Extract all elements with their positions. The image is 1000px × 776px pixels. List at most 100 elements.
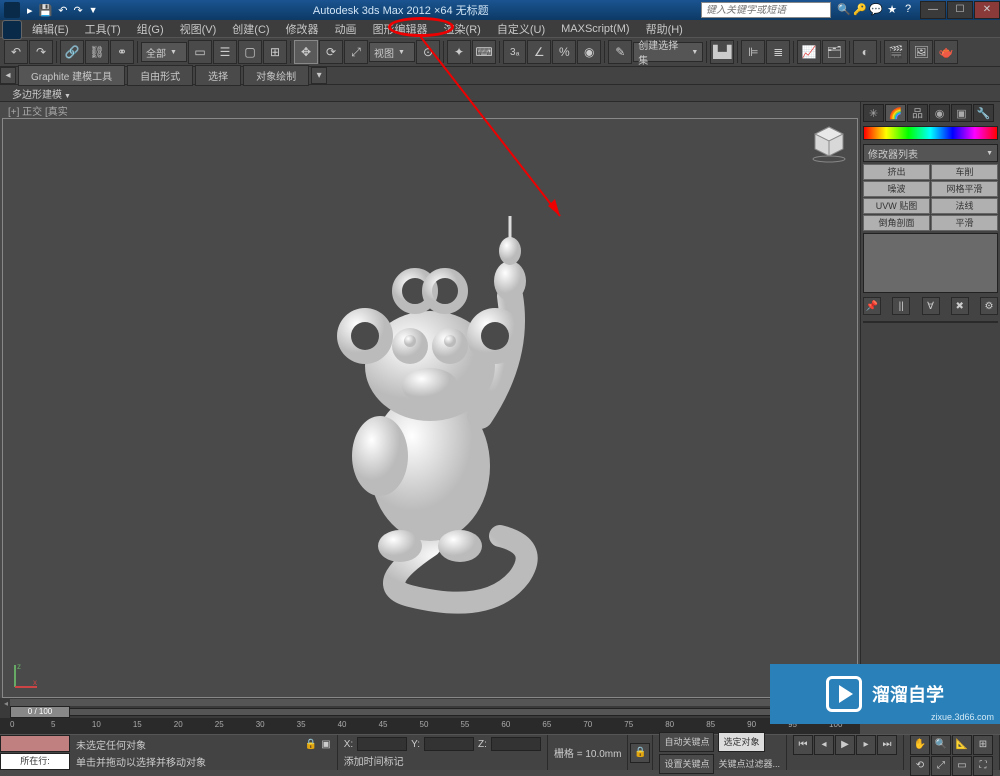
spinner-snap-button[interactable]: ◉ xyxy=(577,40,601,64)
select-object-button[interactable]: ▭ xyxy=(188,40,212,64)
prev-frame-button[interactable]: ◂ xyxy=(814,735,834,755)
mod-smooth[interactable]: 平滑 xyxy=(931,215,998,231)
modifier-stack[interactable] xyxy=(863,233,998,293)
schematic-view-button[interactable]: 🗂 xyxy=(822,40,846,64)
nav-zoomext-button[interactable]: ⤢ xyxy=(931,756,951,776)
quick-dropdown-icon[interactable]: ▼ xyxy=(89,5,98,15)
menu-help[interactable]: 帮助(H) xyxy=(638,20,691,38)
nav-maximize-button[interactable]: ⛶ xyxy=(973,756,993,776)
maximize-button[interactable]: ☐ xyxy=(947,1,973,19)
mod-normal[interactable]: 法线 xyxy=(931,198,998,214)
coord-y-input[interactable] xyxy=(424,737,474,751)
goto-end-button[interactable]: ⏭ xyxy=(877,735,897,755)
minimize-button[interactable]: — xyxy=(920,1,946,19)
link-button[interactable]: 🔗 xyxy=(60,40,84,64)
selection-set-button[interactable]: 选定对象 xyxy=(718,732,764,752)
selection-filter-combo[interactable]: 全部 xyxy=(141,42,187,62)
menu-modifiers[interactable]: 修改器 xyxy=(278,20,327,38)
ribbon-toggle[interactable]: ◂ xyxy=(0,67,16,84)
material-editor-button[interactable]: ◐ xyxy=(853,40,877,64)
tab-display[interactable]: ▣ xyxy=(951,104,972,122)
ribbon-tab-paint[interactable]: 对象绘制 xyxy=(243,65,309,86)
modifier-list-dropdown[interactable]: 修改器列表 xyxy=(863,144,998,162)
close-button[interactable]: ✕ xyxy=(974,1,1000,19)
quick-redo-icon[interactable]: ↷ xyxy=(73,4,82,17)
comm-icon[interactable]: 💬 xyxy=(869,3,883,17)
tab-utilities[interactable]: 🔧 xyxy=(973,104,994,122)
mod-bevel[interactable]: 倒角剖面 xyxy=(863,215,930,231)
configure-button[interactable]: ⚙ xyxy=(980,297,998,315)
nav-pan-button[interactable]: ✋ xyxy=(910,735,930,755)
quick-save-icon[interactable]: 💾 xyxy=(39,4,53,17)
menu-tools[interactable]: 工具(T) xyxy=(77,20,129,38)
tab-motion[interactable]: ◉ xyxy=(929,104,950,122)
keyboard-button[interactable]: ⌨ xyxy=(472,40,496,64)
edit-selection-button[interactable]: ✎ xyxy=(608,40,632,64)
render-setup-button[interactable]: 🎬 xyxy=(884,40,908,64)
show-end-button[interactable]: || xyxy=(892,297,910,315)
mod-lathe[interactable]: 车削 xyxy=(931,164,998,180)
manipulate-button[interactable]: ✦ xyxy=(447,40,471,64)
time-slider[interactable]: 0 / 100 xyxy=(0,706,860,718)
search-icon[interactable]: 🔍 xyxy=(837,3,851,17)
autokey-button[interactable]: 自动关键点 xyxy=(659,732,714,752)
layers-button[interactable]: ≣ xyxy=(766,40,790,64)
mod-uvw[interactable]: UVW 贴图 xyxy=(863,198,930,214)
lock-selection-button[interactable]: 🔒 xyxy=(630,743,650,763)
quick-undo-icon[interactable]: ↶ xyxy=(58,4,67,17)
select-move-button[interactable]: ✥ xyxy=(294,40,318,64)
render-frame-button[interactable]: 🖼 xyxy=(909,40,933,64)
menu-graph-editors[interactable]: 图形编辑器 xyxy=(365,20,436,38)
help-icon[interactable]: ? xyxy=(901,3,915,17)
play-button[interactable]: ▶ xyxy=(835,735,855,755)
mirror-button[interactable]: ▙▟ xyxy=(710,40,734,64)
coord-z-input[interactable] xyxy=(491,737,541,751)
script-mini-listener[interactable]: 所在行: xyxy=(0,735,70,770)
subscription-icon[interactable]: 🔑 xyxy=(853,3,867,17)
menu-group[interactable]: 组(G) xyxy=(129,20,172,38)
redo-button[interactable]: ↷ xyxy=(29,40,53,64)
window-crossing-button[interactable]: ⊞ xyxy=(263,40,287,64)
nav-zoom-button[interactable]: 🔍 xyxy=(931,735,951,755)
menu-maxscript[interactable]: MAXScript(M) xyxy=(553,22,637,36)
quick-access-icon[interactable]: ▸ xyxy=(27,4,33,17)
lock-icon[interactable]: 🔒 xyxy=(305,739,317,750)
viewport[interactable]: z x xyxy=(2,118,858,698)
menu-rendering[interactable]: 渲染(R) xyxy=(436,20,489,38)
align-button[interactable]: ⊫ xyxy=(741,40,765,64)
add-time-tag[interactable]: 添加时间标记 xyxy=(344,753,404,768)
viewcube-gizmo[interactable] xyxy=(809,123,849,163)
application-button[interactable] xyxy=(2,20,22,40)
time-slider-handle[interactable]: 0 / 100 xyxy=(10,706,70,718)
coord-x-input[interactable] xyxy=(357,737,407,751)
select-scale-button[interactable]: ⤢ xyxy=(344,40,368,64)
select-rotate-button[interactable]: ⟳ xyxy=(319,40,343,64)
undo-button[interactable]: ↶ xyxy=(4,40,28,64)
percent-snap-button[interactable]: % xyxy=(552,40,576,64)
mod-meshsmooth[interactable]: 网格平滑 xyxy=(931,181,998,197)
tab-modify[interactable]: 🌈 xyxy=(885,104,906,122)
ribbon-tab-freeform[interactable]: 自由形式 xyxy=(127,65,193,86)
select-region-button[interactable]: ▢ xyxy=(238,40,262,64)
menu-animation[interactable]: 动画 xyxy=(327,20,365,38)
help-search-input[interactable] xyxy=(702,5,830,16)
ribbon-tab-graphite[interactable]: Graphite 建模工具 xyxy=(18,65,125,86)
named-selection-combo[interactable]: 创建选择集 xyxy=(633,42,703,62)
mod-extrude[interactable]: 挤出 xyxy=(863,164,930,180)
curve-editor-button[interactable]: 📈 xyxy=(797,40,821,64)
menu-customize[interactable]: 自定义(U) xyxy=(489,20,553,38)
nav-zoomall-button[interactable]: ⊞ xyxy=(973,735,993,755)
bind-button[interactable]: ⚭ xyxy=(110,40,134,64)
key-filters-button[interactable]: 关键点过滤器... xyxy=(718,757,780,770)
object-color-swatch[interactable] xyxy=(863,126,998,140)
nav-orbit-button[interactable]: ⟲ xyxy=(910,756,930,776)
snap-toggle-button[interactable]: 3ₐ xyxy=(503,40,526,64)
nav-fov-button[interactable]: 📐 xyxy=(952,735,972,755)
menu-edit[interactable]: 编辑(E) xyxy=(24,20,77,38)
favorite-icon[interactable]: ★ xyxy=(885,3,899,17)
ribbon-tab-selection[interactable]: 选择 xyxy=(195,65,241,86)
isolate-icon[interactable]: ▣ xyxy=(321,739,330,750)
render-button[interactable]: 🫖 xyxy=(934,40,958,64)
remove-mod-button[interactable]: ✖ xyxy=(951,297,969,315)
menu-create[interactable]: 创建(C) xyxy=(224,20,277,38)
